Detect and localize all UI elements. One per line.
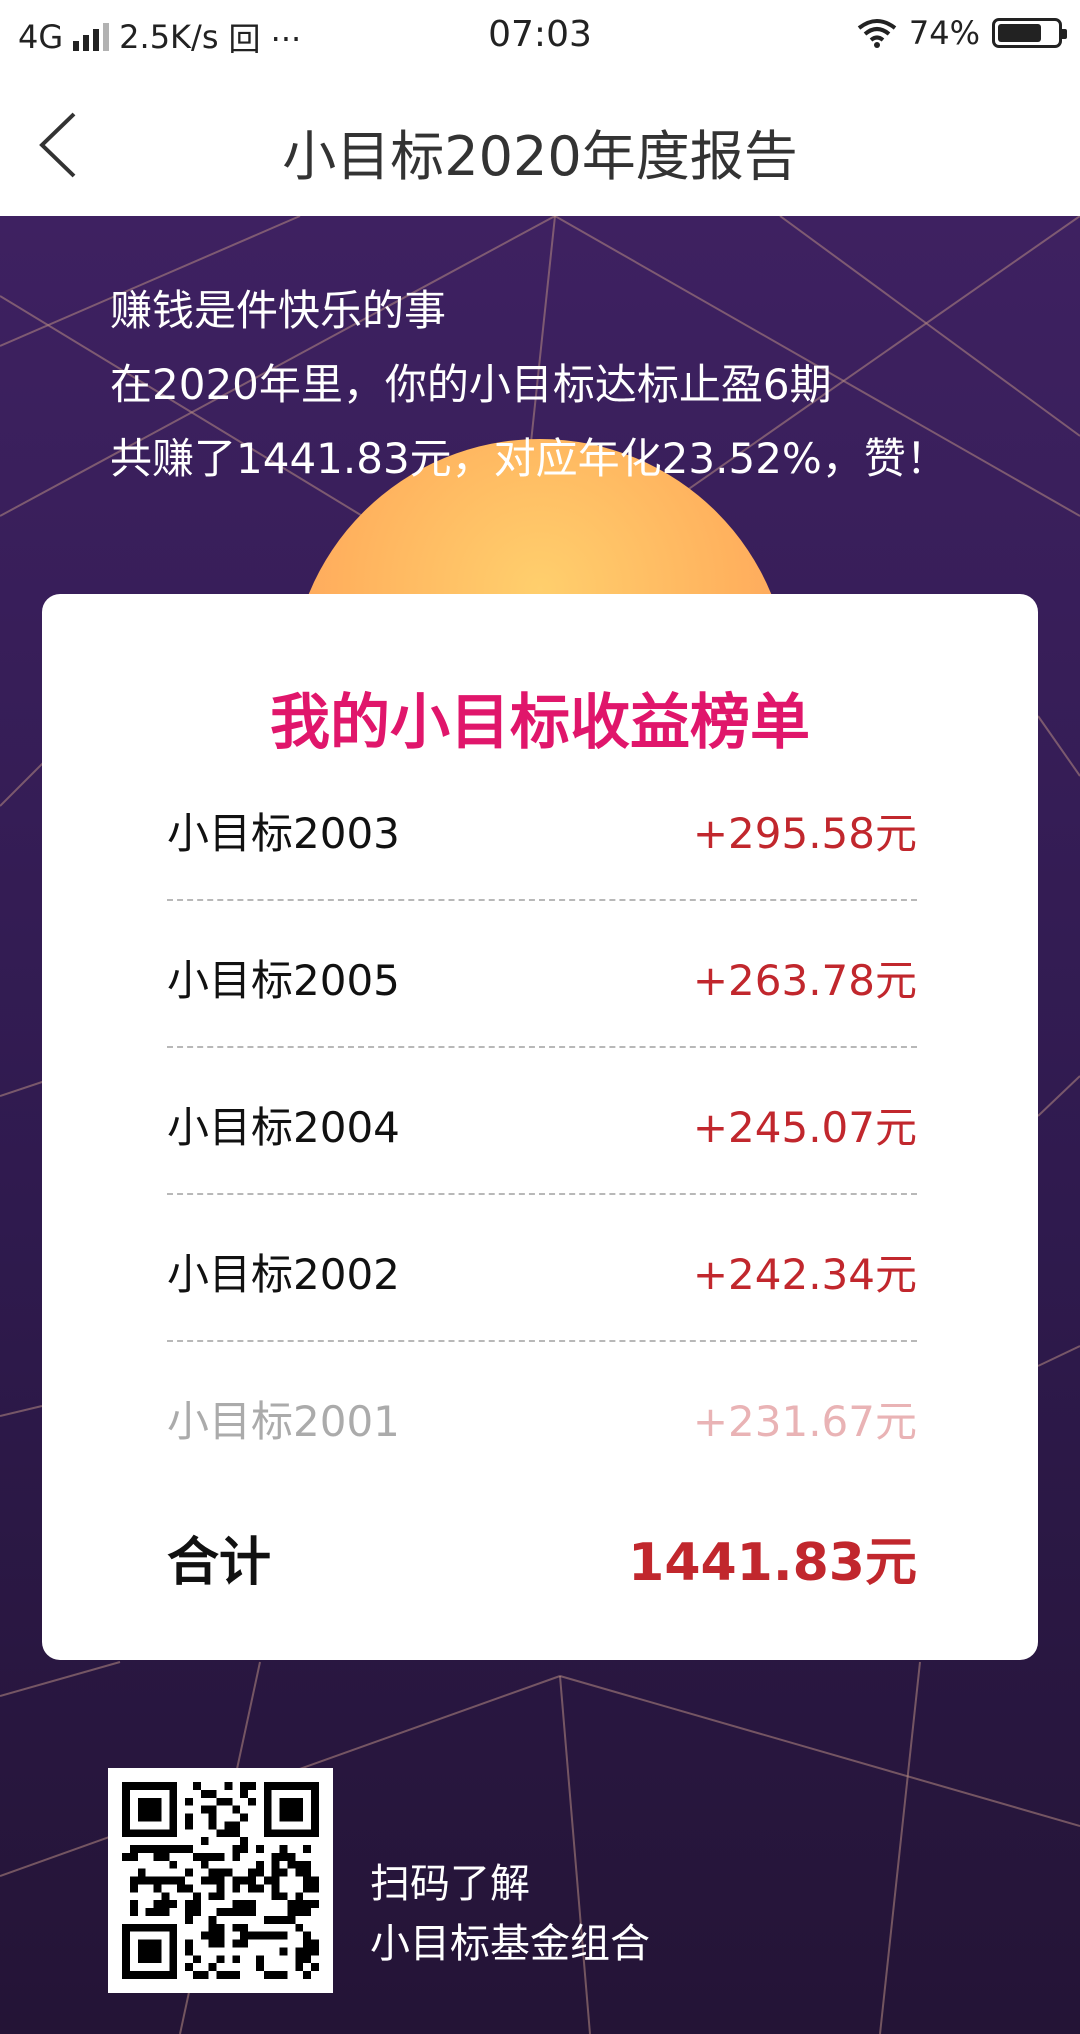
item-name: 小目标2001: [167, 1397, 400, 1446]
item-name: 小目标2002: [167, 1250, 400, 1299]
battery-icon: [992, 18, 1067, 48]
list-item: 小目标2002 +242.34元: [167, 1195, 917, 1342]
total-value: 1441.83元: [628, 1533, 917, 1593]
nav-bar: 小目标2020年度报告: [0, 74, 1080, 216]
status-bar: 4G 2.5K/s 回 ··· 07:03 74%: [0, 0, 1080, 74]
total-label: 合计: [167, 1533, 272, 1593]
item-name: 小目标2003: [167, 809, 400, 858]
list-item: 小目标2005 +263.78元: [167, 901, 917, 1048]
qr-caption: 扫码了解 小目标基金组合: [370, 1854, 650, 1974]
battery-percent: 74%: [908, 14, 980, 52]
card-title: 我的小目标收益榜单: [270, 688, 810, 758]
qr-code-icon[interactable]: [108, 1768, 333, 1993]
intro-text: 赚钱是件快乐的事 在2020年里，你的小目标达标止盈6期 共赚了1441.83元…: [110, 274, 948, 496]
list-item: 小目标2001 +231.67元: [167, 1342, 917, 1489]
item-amount: +245.07元: [692, 1103, 917, 1152]
item-name: 小目标2004: [167, 1103, 400, 1152]
item-amount: +295.58元: [692, 809, 917, 858]
earnings-ranking-card: 我的小目标收益榜单 小目标2003 +295.58元 小目标2005 +263.…: [42, 594, 1038, 1660]
battery-fill: [998, 24, 1041, 42]
item-amount: +231.67元: [692, 1397, 917, 1446]
intro-line-2: 在2020年里，你的小目标达标止盈6期: [110, 360, 832, 409]
status-right: 74%: [857, 14, 1067, 52]
item-amount: +263.78元: [692, 956, 917, 1005]
qr-caption-line-1: 扫码了解: [370, 1861, 530, 1907]
page-title: 小目标2020年度报告: [282, 125, 798, 188]
list-item: 小目标2003 +295.58元: [167, 754, 917, 901]
total-row: 合计 1441.83元: [167, 1520, 917, 1600]
wifi-icon: [857, 19, 897, 48]
item-amount: +242.34元: [692, 1250, 917, 1299]
list-item: 小目标2004 +245.07元: [167, 1048, 917, 1195]
ranking-list[interactable]: 小目标2003 +295.58元 小目标2005 +263.78元 小目标200…: [167, 754, 917, 1489]
intro-line-3: 共赚了1441.83元，对应年化23.52%，赞！: [110, 434, 948, 483]
qr-caption-line-2: 小目标基金组合: [370, 1921, 650, 1967]
qr-code-pattern: [121, 1782, 319, 1979]
intro-line-1: 赚钱是件快乐的事: [110, 286, 447, 335]
item-name: 小目标2005: [167, 956, 400, 1005]
report-background: 赚钱是件快乐的事 在2020年里，你的小目标达标止盈6期 共赚了1441.83元…: [0, 216, 1080, 2034]
